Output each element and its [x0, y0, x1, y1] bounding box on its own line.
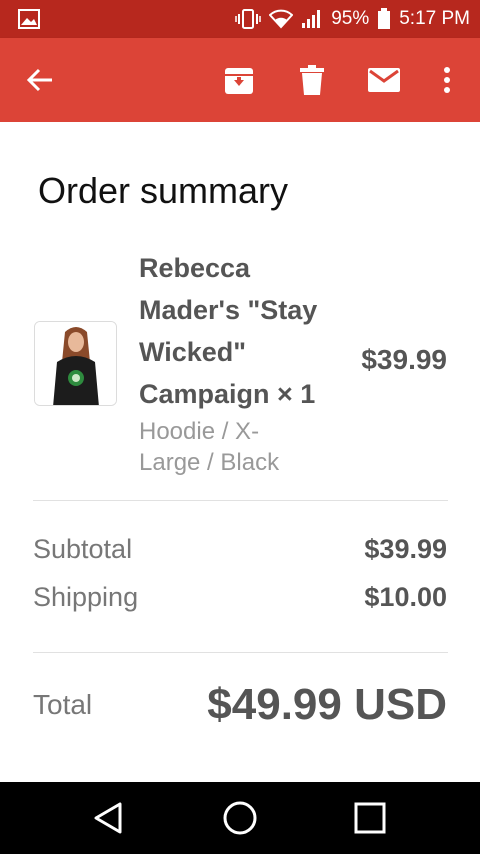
- order-summary-title: Order summary: [38, 170, 289, 211]
- shipping-value: $10.00: [364, 582, 447, 612]
- back-arrow-icon: [26, 68, 52, 92]
- battery-icon: [378, 8, 391, 29]
- total-value: $49.99 USD: [207, 680, 447, 729]
- subtotal-label: Subtotal: [33, 534, 133, 564]
- hoodie-person-image: [35, 322, 116, 405]
- product-price: $39.99: [361, 344, 447, 375]
- vibrate-icon: [235, 9, 261, 29]
- nav-home-button[interactable]: [220, 798, 260, 838]
- more-vert-icon: [444, 67, 450, 93]
- mail-icon: [368, 68, 400, 92]
- image-notification-icon: [18, 9, 40, 29]
- wifi-icon: [269, 9, 294, 29]
- recents-square-icon: [354, 802, 386, 834]
- status-bar: 95% 5:17 PM: [0, 0, 480, 38]
- signal-icon: [302, 10, 321, 28]
- product-variant: Hoodie / X-Large / Black: [139, 418, 280, 476]
- email-content: Order summary Rebecca Mader's "Stay Wick…: [0, 122, 480, 782]
- navigation-bar: [0, 782, 480, 854]
- shipping-label: Shipping: [33, 582, 139, 612]
- home-circle-icon: [223, 801, 257, 835]
- product-image: [34, 321, 117, 406]
- clock: 5:17 PM: [399, 8, 470, 29]
- back-triangle-icon: [94, 802, 122, 834]
- archive-icon: [225, 68, 253, 94]
- divider: [33, 500, 448, 501]
- divider: [33, 652, 448, 653]
- back-button[interactable]: [18, 58, 62, 102]
- battery-percent: 95%: [331, 8, 370, 29]
- subtotal-value: $39.99: [364, 534, 447, 564]
- archive-button[interactable]: [217, 58, 261, 102]
- nav-back-button[interactable]: [88, 798, 128, 838]
- mail-button[interactable]: [362, 58, 406, 102]
- total-label: Total: [33, 689, 93, 720]
- more-options-button[interactable]: [425, 58, 469, 102]
- nav-recents-button[interactable]: [350, 798, 390, 838]
- product-name: Rebecca Mader's "Stay Wicked" Campaign ×…: [139, 253, 318, 409]
- app-bar: [0, 38, 480, 122]
- delete-button[interactable]: [290, 58, 334, 102]
- delete-icon: [300, 65, 324, 95]
